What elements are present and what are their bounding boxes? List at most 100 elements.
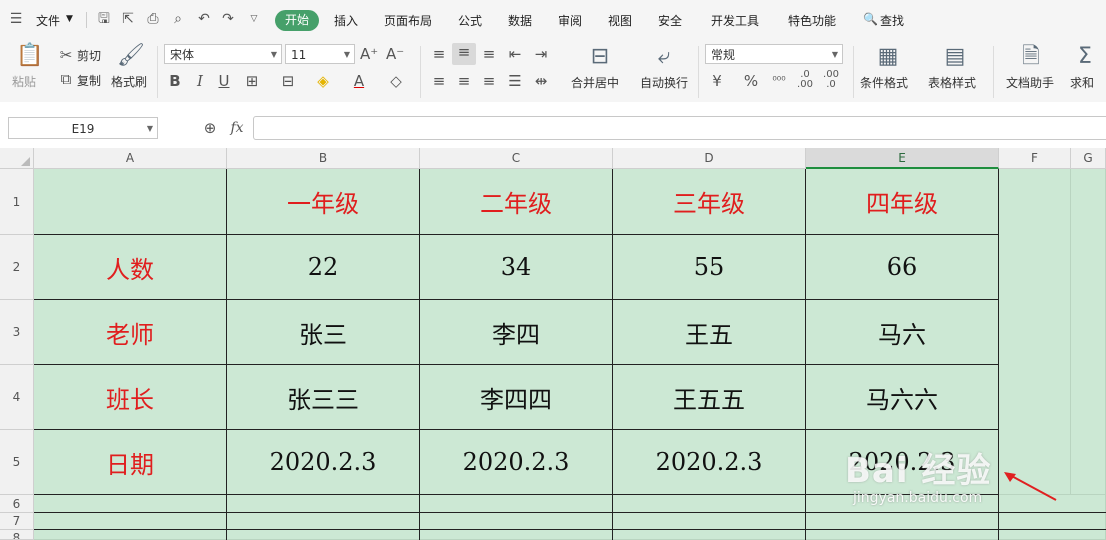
number-format-select[interactable]: 常规 ▼: [705, 44, 843, 64]
clear-format-icon[interactable]: ◇: [387, 72, 405, 90]
customize-toolbar-icon[interactable]: ▽: [246, 11, 262, 27]
row-header-5[interactable]: 5: [0, 430, 34, 495]
copy-icon[interactable]: ⧉: [58, 70, 74, 88]
hamburger-icon[interactable]: ☰: [8, 11, 24, 27]
cell-a4[interactable]: 班长: [34, 365, 227, 430]
undo-icon[interactable]: ↶: [196, 11, 212, 27]
paste-button[interactable]: 粘贴: [12, 73, 36, 90]
cell-a3[interactable]: 老师: [34, 300, 227, 365]
row-header-3[interactable]: 3: [0, 300, 34, 365]
print-preview-icon[interactable]: ⌕: [170, 11, 186, 27]
cell-e3[interactable]: 马六: [806, 300, 999, 365]
fx-button[interactable]: fx: [228, 119, 246, 137]
indent-increase-icon[interactable]: ⇥: [532, 45, 550, 63]
cell-e2[interactable]: 66: [806, 235, 999, 300]
conditional-format-icon[interactable]: ▦: [875, 45, 901, 69]
bold-button[interactable]: B: [167, 72, 183, 90]
sum-button[interactable]: 求和: [1070, 74, 1094, 91]
align-top-icon[interactable]: ≡: [430, 45, 448, 63]
tab-page-layout[interactable]: 页面布局: [384, 12, 432, 29]
justify-icon[interactable]: ☰: [506, 72, 524, 90]
wrap-text-icon[interactable]: ⤶: [651, 45, 677, 69]
cell-c2[interactable]: 34: [420, 235, 613, 300]
strikethrough-icon[interactable]: ⊟: [279, 72, 297, 90]
align-center-icon[interactable]: ≡: [455, 72, 473, 90]
column-header-d[interactable]: D: [613, 148, 806, 169]
cell-d3[interactable]: 王五: [613, 300, 806, 365]
table-style-button[interactable]: 表格样式: [928, 74, 976, 91]
tab-insert[interactable]: 插入: [334, 12, 358, 29]
cell-a1[interactable]: [34, 169, 227, 235]
doc-helper-icon[interactable]: 🗎: [1018, 45, 1044, 69]
italic-button[interactable]: I: [192, 72, 208, 90]
empty-cells-f[interactable]: [999, 169, 1071, 495]
select-all-corner[interactable]: [0, 148, 34, 169]
export-icon[interactable]: ⇱: [120, 11, 136, 27]
row-header-6[interactable]: 6: [0, 495, 34, 513]
cell-d5[interactable]: 2020.2.3: [613, 430, 806, 495]
cell-c1[interactable]: 二年级: [420, 169, 613, 235]
redo-icon[interactable]: ↷: [220, 11, 236, 27]
column-header-g[interactable]: G: [1071, 148, 1106, 169]
sum-icon[interactable]: Σ: [1072, 45, 1098, 69]
row-header-1[interactable]: 1: [0, 169, 34, 235]
tab-formulas[interactable]: 公式: [458, 12, 482, 29]
cell-c5[interactable]: 2020.2.3: [420, 430, 613, 495]
cut-button[interactable]: 剪切: [77, 47, 101, 64]
row-header-2[interactable]: 2: [0, 235, 34, 300]
column-header-f[interactable]: F: [999, 148, 1071, 169]
fill-color-icon[interactable]: ◈: [314, 72, 332, 90]
cell-b3[interactable]: 张三: [227, 300, 420, 365]
zoom-icon[interactable]: ⊕: [202, 119, 218, 137]
doc-helper-button[interactable]: 文档助手: [1006, 74, 1054, 91]
column-header-a[interactable]: A: [34, 148, 227, 169]
chevron-down-icon[interactable]: ▼: [66, 14, 73, 24]
paste-icon[interactable]: 📋: [16, 44, 43, 68]
cell-b2[interactable]: 22: [227, 235, 420, 300]
cell-c3[interactable]: 李四: [420, 300, 613, 365]
align-middle-icon[interactable]: ≡: [452, 43, 476, 65]
increase-decimal-icon[interactable]: .0.00: [796, 70, 814, 90]
font-name-select[interactable]: 宋体 ▼: [164, 44, 282, 64]
table-style-icon[interactable]: ▤: [942, 45, 968, 69]
save-icon[interactable]: 🖫: [96, 11, 112, 27]
decrease-decimal-icon[interactable]: .00.0: [822, 70, 840, 90]
currency-icon[interactable]: ¥: [708, 72, 726, 90]
print-icon[interactable]: ⎙: [145, 11, 161, 27]
tab-security[interactable]: 安全: [658, 12, 682, 29]
align-left-icon[interactable]: ≡: [430, 72, 448, 90]
underline-button[interactable]: U: [216, 72, 232, 90]
name-box[interactable]: E19 ▼: [8, 117, 158, 139]
percent-button[interactable]: %: [742, 72, 760, 90]
merge-center-button[interactable]: 合并居中: [571, 74, 619, 91]
cell-e4[interactable]: 马六六: [806, 365, 999, 430]
shrink-font-button[interactable]: A⁻: [386, 45, 404, 63]
row-header-4[interactable]: 4: [0, 365, 34, 430]
cell-b4[interactable]: 张三三: [227, 365, 420, 430]
cell-b5[interactable]: 2020.2.3: [227, 430, 420, 495]
tab-developer[interactable]: 开发工具: [711, 12, 759, 29]
cell-e1[interactable]: 四年级: [806, 169, 999, 235]
font-color-icon[interactable]: A: [350, 72, 368, 90]
cell-d4[interactable]: 王五五: [613, 365, 806, 430]
cell-a5[interactable]: 日期: [34, 430, 227, 495]
format-painter-button[interactable]: 格式刷: [111, 73, 147, 90]
formula-input[interactable]: [253, 116, 1106, 140]
cell-b1[interactable]: 一年级: [227, 169, 420, 235]
conditional-format-button[interactable]: 条件格式: [860, 74, 908, 91]
cell-d1[interactable]: 三年级: [613, 169, 806, 235]
scissors-icon[interactable]: ✂: [58, 46, 74, 64]
column-header-b[interactable]: B: [227, 148, 420, 169]
search-label[interactable]: 查找: [880, 12, 904, 29]
file-menu[interactable]: 文件: [36, 12, 60, 29]
merge-center-icon[interactable]: ⊟: [587, 45, 613, 69]
distribute-icon[interactable]: ⇹: [532, 72, 550, 90]
search-icon[interactable]: 🔍: [863, 12, 878, 26]
tab-review[interactable]: 审阅: [558, 12, 582, 29]
cell-d2[interactable]: 55: [613, 235, 806, 300]
indent-decrease-icon[interactable]: ⇤: [506, 45, 524, 63]
column-header-c[interactable]: C: [420, 148, 613, 169]
tab-special-features[interactable]: 特色功能: [788, 12, 836, 29]
wrap-text-button[interactable]: 自动换行: [640, 74, 688, 91]
row-header-8[interactable]: 8: [0, 530, 34, 540]
